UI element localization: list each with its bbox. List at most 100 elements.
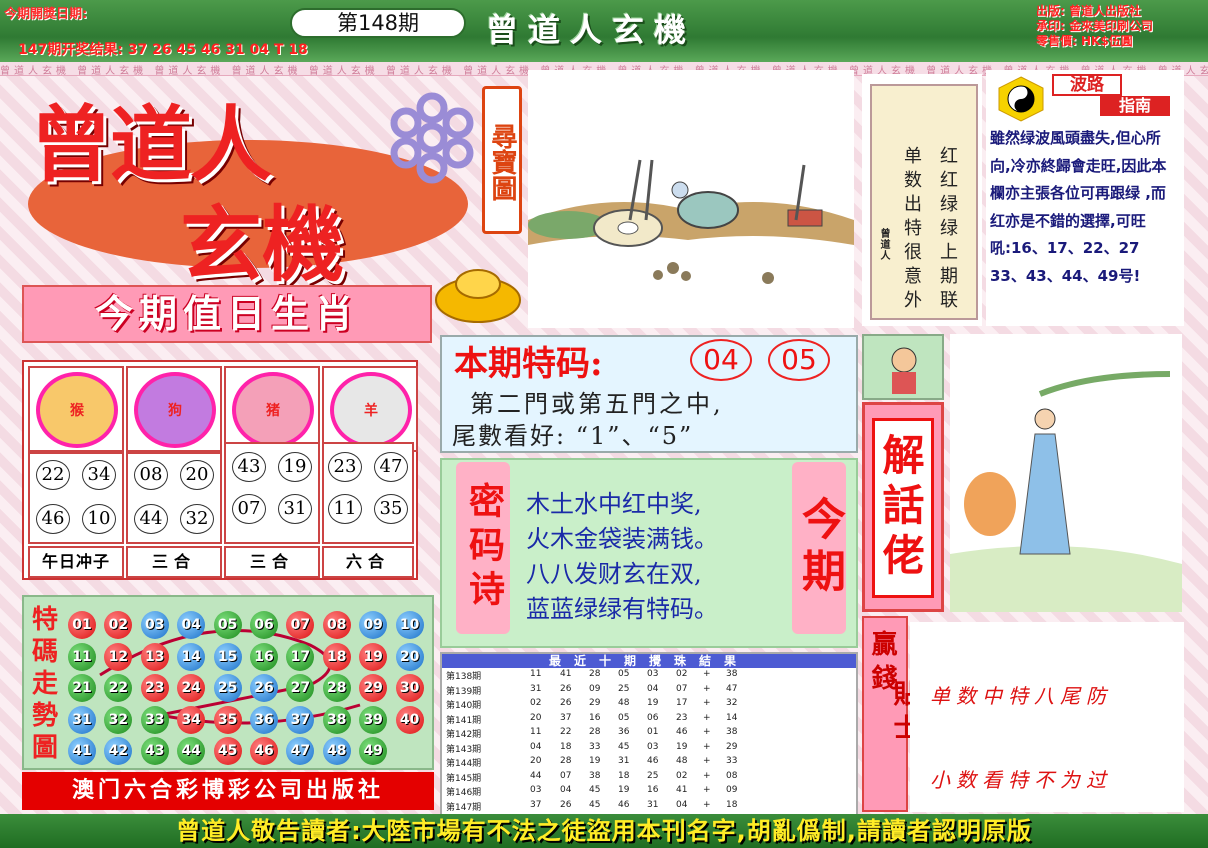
number: 22 bbox=[36, 460, 70, 490]
poem-text: 木土水中红中奖, 火木金袋装满钱。 八八发财玄在双, 蓝蓝绿绿有特码。 bbox=[526, 487, 718, 627]
result-cell: 37 bbox=[530, 799, 542, 810]
number: 11 bbox=[328, 494, 362, 524]
results-title: 最近十期攪珠結果 bbox=[442, 654, 856, 668]
macau-publisher: 澳门六合彩博彩公司出版社 bbox=[22, 772, 434, 810]
result-cell: 29 bbox=[726, 741, 738, 752]
number-ball: 17 bbox=[286, 642, 315, 671]
result-cell: 02 bbox=[676, 669, 688, 679]
number-ball: 20 bbox=[395, 642, 424, 671]
scroll-paper bbox=[870, 84, 978, 320]
number: 23 bbox=[328, 452, 362, 482]
result-cell: 16 bbox=[589, 712, 601, 723]
result-cell: 26 bbox=[560, 698, 572, 708]
number-ball: 23 bbox=[140, 674, 169, 703]
result-cell: 05 bbox=[618, 669, 630, 679]
result-cell: 03 bbox=[647, 669, 659, 679]
number-ball: 19 bbox=[359, 642, 388, 671]
number: 07 bbox=[232, 494, 266, 524]
publisher-line: 出版: 曾道人出版社 bbox=[1036, 4, 1141, 18]
number-ball: 04 bbox=[177, 611, 206, 639]
guide-title: 波路 指南 bbox=[1052, 74, 1170, 116]
result-cell: + bbox=[703, 727, 711, 737]
result-cell: 04 bbox=[530, 741, 542, 752]
result-cell: 25 bbox=[647, 770, 659, 781]
scroll-col-2: 单数出特很意外 bbox=[901, 146, 922, 314]
result-cell: 01 bbox=[647, 727, 659, 737]
result-cell: 38 bbox=[726, 727, 738, 737]
result-cell: 第141期 bbox=[446, 715, 482, 726]
result-cell: + bbox=[703, 669, 711, 679]
result-cell: 14 bbox=[726, 712, 738, 723]
result-row: 第145期 44 07 38 18 25 02 +08 bbox=[446, 771, 854, 784]
result-cell: 18 bbox=[726, 799, 738, 810]
number-ball: 37 bbox=[286, 705, 315, 734]
last-result-text: 147期开奖结果: 37 26 45 46 31 04 T 18 bbox=[18, 42, 308, 58]
poem-line: 八八发财玄在双, bbox=[526, 560, 702, 588]
printer-line: 承印: 金來美印刷公司 bbox=[1036, 19, 1153, 33]
pig-icon: 猪 bbox=[232, 372, 314, 448]
number-box: 43 19 07 31 bbox=[224, 442, 320, 544]
result-cell: 03 bbox=[530, 785, 542, 795]
result-cell: 41 bbox=[560, 669, 572, 679]
rings-icon bbox=[390, 92, 474, 184]
number-ball: 08 bbox=[322, 611, 351, 639]
result-cell: 26 bbox=[560, 683, 572, 694]
result-cell: 04 bbox=[560, 785, 572, 795]
special-code-title: 本期特码: bbox=[454, 344, 603, 384]
result-cell: 18 bbox=[560, 741, 572, 752]
result-cell: 04 bbox=[647, 683, 659, 694]
result-cell: 第147期 bbox=[446, 802, 482, 813]
number-ball: 34 bbox=[177, 705, 206, 734]
zodiac-label: 三合 bbox=[224, 546, 320, 578]
result-cell: 第146期 bbox=[446, 788, 482, 798]
result-cell: 第138期 bbox=[446, 672, 482, 682]
result-cell: 38 bbox=[589, 770, 601, 781]
result-cell: 第139期 bbox=[446, 686, 482, 697]
publisher-info: 出版: 曾道人出版社 承印: 金來美印刷公司 零售價: HK$伍圓 bbox=[1036, 4, 1153, 49]
result-cell: 第144期 bbox=[446, 759, 482, 769]
result-cell: 23 bbox=[676, 712, 688, 723]
result-cell: 19 bbox=[618, 785, 630, 795]
result-cell: 20 bbox=[530, 756, 542, 766]
result-cell: 31 bbox=[530, 683, 542, 694]
result-cell: 33 bbox=[589, 741, 601, 752]
number-ball: 01 bbox=[68, 611, 96, 639]
result-cell: 02 bbox=[530, 698, 542, 708]
number-ball: 36 bbox=[250, 705, 278, 734]
number-ball: 16 bbox=[250, 642, 278, 671]
result-cell: 36 bbox=[618, 727, 630, 737]
result-cell: 09 bbox=[589, 683, 601, 694]
result-cell: 04 bbox=[676, 799, 688, 810]
tip-line-2: 小数看特不为过 bbox=[930, 768, 1112, 792]
number: 46 bbox=[36, 504, 70, 534]
number-ball: 33 bbox=[140, 705, 169, 734]
turtle-cartoon-image bbox=[528, 70, 854, 328]
result-cell: + bbox=[703, 698, 711, 708]
result-row: 第146期 03 04 45 19 16 41 +09 bbox=[446, 785, 854, 798]
trend-chart-label: 特碼走勢圖 bbox=[31, 605, 58, 763]
result-cell: 11 bbox=[530, 727, 542, 737]
result-cell: 19 bbox=[647, 698, 659, 708]
result-cell: 25 bbox=[618, 683, 630, 694]
result-cell: 07 bbox=[676, 683, 688, 694]
poem-line: 火木金袋装满钱。 bbox=[526, 525, 718, 553]
result-cell: 03 bbox=[647, 741, 659, 752]
number: 20 bbox=[180, 460, 214, 490]
lady-cartoon-image bbox=[950, 334, 1182, 612]
result-cell: 38 bbox=[726, 669, 738, 679]
result-cell: + bbox=[703, 770, 711, 781]
result-cell: 11 bbox=[530, 669, 542, 679]
result-cell: 28 bbox=[589, 669, 601, 679]
number-box: 23 47 11 35 bbox=[322, 442, 414, 544]
result-cell: 32 bbox=[726, 698, 738, 708]
number-ball: 03 bbox=[140, 611, 169, 639]
riddle-label: 解話佬 bbox=[872, 418, 934, 598]
result-cell: 第140期 bbox=[446, 701, 482, 711]
result-cell: 05 bbox=[618, 712, 630, 723]
zodiac-cell: 羊 bbox=[322, 366, 418, 452]
result-cell: 18 bbox=[618, 770, 630, 781]
number: 44 bbox=[134, 504, 168, 534]
poem-line: 蓝蓝绿绿有特码。 bbox=[526, 595, 718, 623]
result-cell: 31 bbox=[618, 756, 630, 766]
number: 10 bbox=[82, 504, 116, 534]
